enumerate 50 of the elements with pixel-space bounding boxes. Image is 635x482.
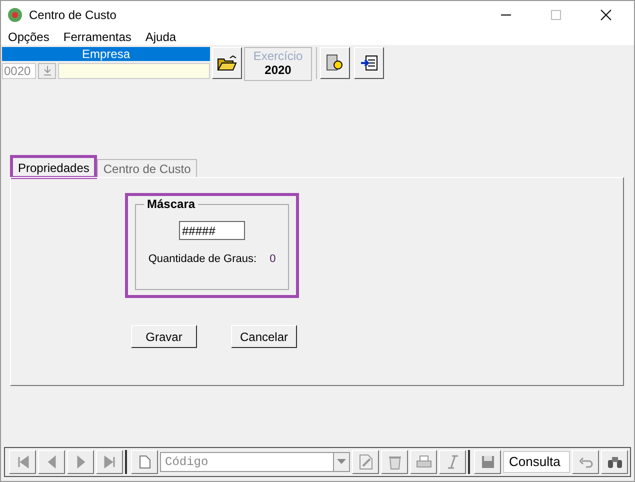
save-icon bbox=[480, 455, 494, 469]
trash-icon bbox=[386, 454, 402, 470]
undo-button[interactable] bbox=[572, 450, 599, 474]
open-folder-icon bbox=[217, 55, 237, 71]
previous-record-button[interactable] bbox=[38, 450, 65, 474]
last-record-button[interactable] bbox=[96, 450, 123, 474]
action-button[interactable]: Cancelar bbox=[231, 325, 297, 348]
code-field[interactable]: Código bbox=[160, 452, 334, 472]
graus-value: 0 bbox=[270, 253, 276, 265]
undo-icon bbox=[578, 456, 592, 468]
save-button[interactable] bbox=[474, 450, 501, 474]
trash-button[interactable] bbox=[381, 450, 408, 474]
exercicio-value: 2020 bbox=[264, 63, 292, 77]
export-icon bbox=[360, 55, 378, 71]
tab[interactable]: Propriedades bbox=[12, 157, 96, 177]
tab[interactable]: Centro de Custo bbox=[97, 159, 197, 177]
edit-document-icon bbox=[358, 454, 374, 470]
menu-item[interactable]: Opções bbox=[8, 30, 50, 44]
mask-field[interactable]: ##### bbox=[179, 221, 245, 240]
empresa-header: Empresa bbox=[2, 47, 210, 61]
company-code-field[interactable]: 0020 bbox=[2, 63, 36, 79]
company-name-field[interactable] bbox=[58, 63, 210, 79]
first-record-button[interactable] bbox=[9, 450, 36, 474]
new-document-button[interactable] bbox=[131, 450, 158, 474]
graus-label: Quantidade de Graus: bbox=[148, 253, 257, 265]
last-arrow-icon bbox=[102, 455, 116, 469]
export-button[interactable] bbox=[354, 47, 384, 79]
menu-item[interactable]: Ajuda bbox=[145, 30, 176, 44]
italic-icon-button[interactable] bbox=[439, 450, 466, 474]
edit-document-button[interactable] bbox=[352, 450, 379, 474]
app-icon bbox=[7, 6, 23, 22]
new-document-icon bbox=[138, 455, 150, 469]
print-button[interactable] bbox=[410, 450, 437, 474]
window-title: Centro de Custo bbox=[29, 8, 116, 22]
caret-icon bbox=[337, 459, 346, 465]
close-icon[interactable] bbox=[600, 8, 612, 20]
open-folder-button[interactable] bbox=[212, 47, 242, 79]
first-arrow-icon bbox=[16, 455, 30, 469]
action-button[interactable]: Gravar bbox=[131, 325, 197, 348]
binoculars-button[interactable] bbox=[601, 450, 628, 474]
settings-button[interactable] bbox=[320, 47, 350, 79]
lookup-button[interactable] bbox=[38, 63, 56, 79]
group-title: Máscara bbox=[144, 197, 198, 211]
exercicio-label: Exercício bbox=[252, 49, 304, 63]
next-record-button[interactable] bbox=[67, 450, 94, 474]
print-icon bbox=[416, 455, 432, 469]
menu-item[interactable]: Ferramentas bbox=[63, 30, 132, 44]
dropdown-button[interactable] bbox=[334, 452, 350, 472]
mode-status: Consulta bbox=[503, 451, 570, 473]
binoculars-icon bbox=[606, 455, 622, 469]
